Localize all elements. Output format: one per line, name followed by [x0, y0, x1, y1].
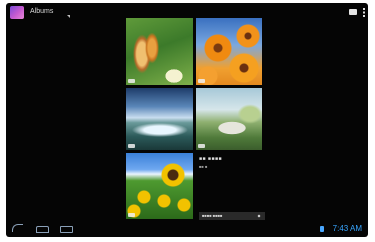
share-bar[interactable]: ■■■■ ■■■■ — [199, 212, 265, 220]
spinner-arrow-icon[interactable] — [67, 15, 70, 18]
recent-apps-icon[interactable] — [60, 226, 73, 233]
album-title: ■■ ■■■■ — [199, 156, 223, 162]
photo-house-landscape[interactable] — [196, 88, 262, 150]
gallery-app-icon[interactable] — [10, 6, 24, 19]
photo-badge-icon — [128, 144, 135, 148]
overflow-menu-icon[interactable] — [363, 8, 365, 17]
share-label: ■■■■ ■■■■ — [202, 213, 223, 218]
status-clock[interactable]: 7:43 AM — [333, 224, 362, 233]
back-icon[interactable] — [12, 224, 23, 232]
system-bar: 7:43 AM — [6, 221, 368, 237]
notification-icon[interactable] — [320, 226, 324, 232]
gallery-screen: Albums ■■ ■■■■ ■■ ■ ■■■■ ■■■■ 7:43 AM — [6, 3, 368, 237]
home-icon[interactable] — [36, 226, 49, 233]
photo-badge-icon — [128, 213, 135, 217]
photo-sunflowers[interactable] — [126, 153, 193, 219]
album-info: ■■ ■■■■ ■■ ■ — [199, 156, 222, 169]
photo-butterfly[interactable] — [126, 18, 193, 85]
photo-orange-flowers[interactable] — [196, 18, 262, 85]
photo-badge-icon — [198, 144, 205, 148]
album-spinner-label[interactable]: Albums — [30, 8, 53, 15]
photo-badge-icon — [198, 79, 205, 83]
share-icon[interactable] — [256, 213, 262, 219]
camera-icon[interactable] — [349, 9, 357, 15]
photo-badge-icon — [128, 79, 135, 83]
album-count: ■■ ■ — [199, 164, 208, 169]
photo-seascape[interactable] — [126, 88, 193, 150]
